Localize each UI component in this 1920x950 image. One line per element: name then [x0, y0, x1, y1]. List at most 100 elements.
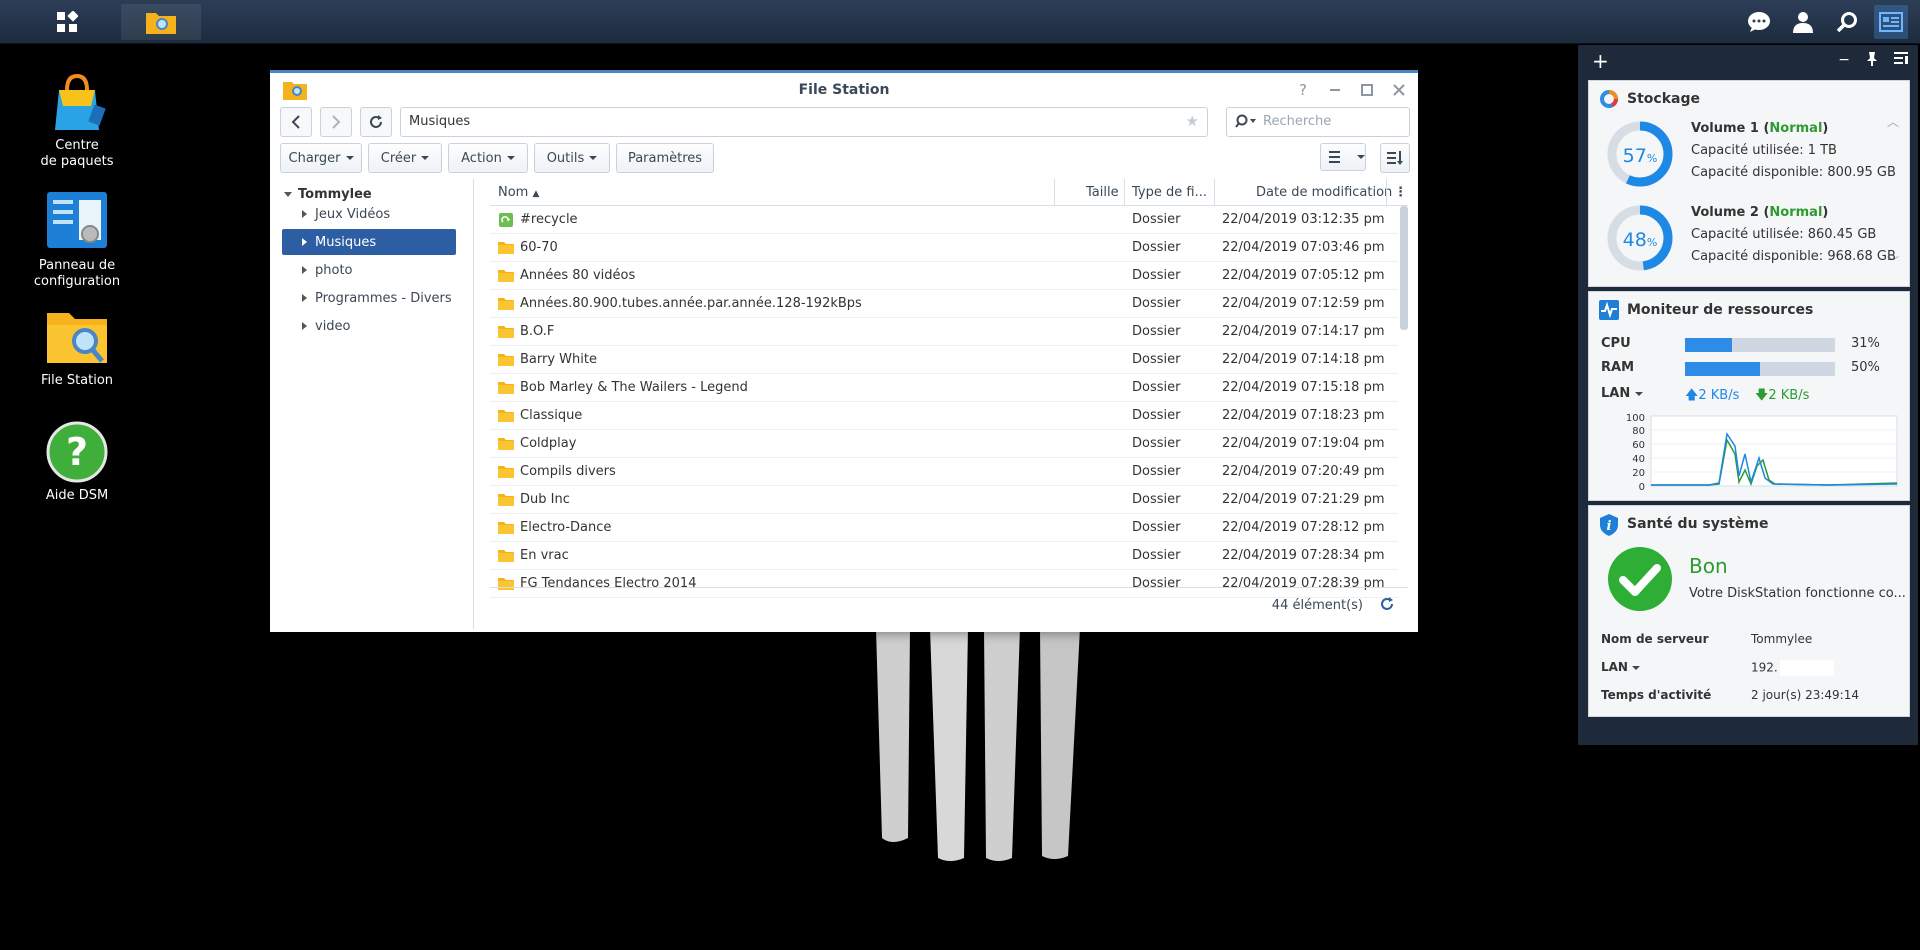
create-button[interactable]: Créer — [368, 143, 442, 173]
folder-icon — [498, 438, 514, 450]
file-name: 60-70 — [520, 240, 558, 255]
table-row[interactable]: Bob Marley & The Wailers - Legend Dossier… — [490, 374, 1398, 402]
column-separator[interactable] — [1214, 179, 1215, 205]
table-row[interactable]: B.O.F Dossier 22/04/2019 07:14:17 pm — [490, 318, 1398, 346]
column-separator[interactable] — [1386, 179, 1387, 205]
desktop-icon-label: Panneau de configuration — [33, 258, 121, 289]
notifications-button[interactable] — [1742, 5, 1776, 39]
settings-button[interactable]: Paramètres — [616, 143, 714, 173]
file-type: Dossier — [1132, 240, 1181, 255]
column-label: Nom — [498, 185, 529, 200]
action-button[interactable]: Action — [448, 143, 528, 173]
window-titlebar[interactable]: File Station ? — [270, 73, 1418, 109]
minus-icon: − — [1838, 52, 1850, 68]
tree-root[interactable]: Tommylee — [284, 187, 372, 202]
folder-icon — [498, 522, 514, 534]
column-type-header[interactable]: Type de fi... — [1132, 185, 1207, 200]
list-scrollbar[interactable] — [1400, 206, 1408, 330]
path-bar[interactable]: Musiques ★ — [400, 107, 1208, 137]
lan-selector[interactable]: LAN — [1601, 386, 1643, 401]
column-name-header[interactable]: Nom ▲ — [498, 185, 539, 200]
widgets-toggle-button[interactable] — [1874, 5, 1908, 39]
panel-layout-button[interactable] — [1894, 52, 1908, 70]
tree-item-musiques[interactable]: Musiques — [282, 229, 456, 255]
table-row[interactable]: #recycle Dossier 22/04/2019 03:12:35 pm — [490, 206, 1398, 234]
desktop-icon-dsm-help[interactable]: ? Aide DSM — [24, 420, 130, 504]
column-size-header[interactable]: Taille — [1086, 185, 1119, 200]
create-label: Créer — [380, 150, 417, 166]
upload-label: Charger — [288, 150, 341, 166]
widget-title: Moniteur de ressources — [1627, 302, 1814, 318]
column-date-header[interactable]: Date de modification — [1256, 185, 1392, 200]
file-date: 22/04/2019 03:12:35 pm — [1222, 212, 1385, 227]
tree-item-programmes-divers[interactable]: Programmes - Divers — [282, 285, 456, 311]
upload-button[interactable]: Charger — [280, 143, 362, 173]
main-menu-button[interactable] — [20, 4, 114, 40]
table-row[interactable]: Electro-Dance Dossier 22/04/2019 07:28:12 … — [490, 514, 1398, 542]
refresh-button[interactable] — [360, 107, 392, 137]
table-row[interactable]: Années.80.900.tubes.année.par.année.128-… — [490, 290, 1398, 318]
upload-rate: 🡅2 KB/s — [1685, 388, 1740, 403]
table-row[interactable]: Barry White Dossier 22/04/2019 07:14:18 pm — [490, 346, 1398, 374]
resource-monitor-widget: Moniteur de ressources CPU 31% RAM 50% L… — [1588, 291, 1910, 501]
forward-button[interactable] — [320, 107, 352, 137]
add-widget-button[interactable]: + — [1592, 49, 1609, 73]
sort-button[interactable] — [1380, 143, 1410, 173]
file-list: Nom ▲ Taille Type de fi... Date de modif… — [490, 179, 1408, 598]
file-name: Compils divers — [520, 464, 616, 479]
tools-label: Outils — [546, 150, 585, 166]
user-icon — [1793, 12, 1813, 33]
file-date: 22/04/2019 07:19:04 pm — [1222, 436, 1385, 451]
column-separator[interactable] — [1054, 179, 1055, 205]
table-row[interactable]: Dub Inc Dossier 22/04/2019 07:21:29 pm — [490, 486, 1398, 514]
search-icon — [1836, 12, 1857, 33]
volume-free: Capacité disponible: 800.95 GB — [1691, 165, 1896, 180]
tree-item-video[interactable]: video — [282, 313, 456, 339]
maximize-icon — [1361, 84, 1373, 96]
table-row[interactable]: Coldplay Dossier 22/04/2019 07:19:04 pm — [490, 430, 1398, 458]
view-mode-button[interactable] — [1320, 143, 1366, 171]
lan-selector[interactable]: LAN — [1601, 660, 1641, 674]
close-button[interactable] — [1390, 81, 1408, 99]
file-name: B.O.F — [520, 324, 555, 339]
minimize-button[interactable] — [1326, 81, 1344, 99]
table-row[interactable]: Années 80 vidéos Dossier 22/04/2019 07:05:… — [490, 262, 1398, 290]
volume-2[interactable]: 48% Volume 2 (Normal) Capacité utilisée:… — [1607, 205, 1907, 285]
tree-item-label: Programmes - Divers — [315, 290, 452, 306]
volume-percent-unit: % — [1646, 152, 1658, 165]
tree-root-label: Tommylee — [298, 187, 372, 202]
maximize-button[interactable] — [1358, 81, 1376, 99]
collapse-panel-button[interactable]: − — [1838, 52, 1850, 70]
user-button[interactable] — [1786, 5, 1820, 39]
column-menu-icon[interactable]: ⋮ — [1394, 185, 1407, 200]
back-button[interactable] — [280, 107, 312, 137]
pin-panel-button[interactable] — [1866, 52, 1878, 70]
column-separator[interactable] — [1124, 179, 1125, 205]
desktop-icon-label: Centre de paquets — [40, 138, 114, 169]
folder-icon — [498, 326, 514, 338]
file-date: 22/04/2019 07:15:18 pm — [1222, 380, 1385, 395]
desktop-icon-control-panel[interactable]: Panneau de configuration — [24, 190, 130, 290]
file-station-icon — [47, 313, 107, 363]
table-row[interactable]: 60-70 Dossier 22/04/2019 07:03:46 pm — [490, 234, 1398, 262]
favorite-star-icon[interactable]: ★ — [1186, 112, 1199, 130]
search-button[interactable] — [1830, 5, 1864, 39]
help-button[interactable]: ? — [1294, 81, 1312, 99]
tree-item-photo[interactable]: photo — [282, 257, 456, 283]
tree-item-jeux-videos[interactable]: Jeux Vidéos — [282, 201, 456, 227]
ram-bar-fill — [1685, 362, 1760, 376]
refresh-icon[interactable] — [1380, 597, 1394, 611]
table-row[interactable]: Compils divers Dossier 22/04/2019 07:20:49… — [490, 458, 1398, 486]
tools-button[interactable]: Outils — [534, 143, 610, 173]
ram-value: 50% — [1851, 360, 1880, 375]
search-field[interactable]: Recherche — [1226, 107, 1410, 137]
table-row[interactable]: En vrac Dossier 22/04/2019 07:28:34 pm — [490, 542, 1398, 570]
caret-down-icon — [1634, 391, 1643, 396]
table-row[interactable]: Classique Dossier 22/04/2019 07:18:23 pm — [490, 402, 1398, 430]
file-name: #recycle — [520, 212, 578, 227]
fork-wallpaper-image — [876, 628, 1080, 861]
taskbar-file-station-button[interactable] — [121, 4, 201, 40]
desktop-icon-file-station[interactable]: File Station — [24, 305, 130, 389]
desktop-icon-package-center[interactable]: Centre de paquets — [24, 70, 130, 170]
volume-1[interactable]: 57% Volume 1 (Normal) Capacité utilisée:… — [1607, 121, 1907, 201]
